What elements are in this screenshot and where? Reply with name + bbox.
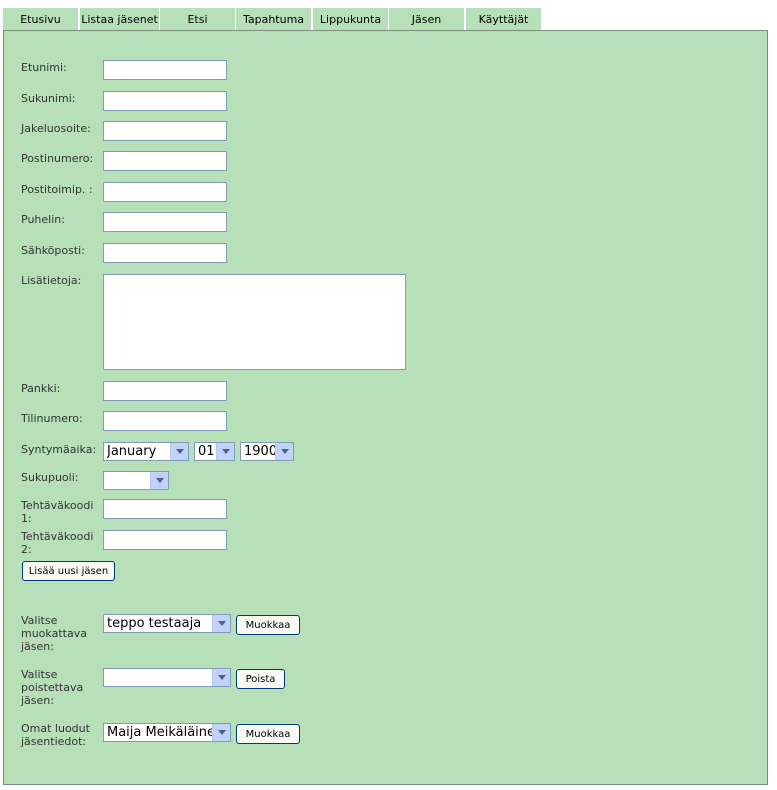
edit-member-select[interactable]: teppo testaaja xyxy=(103,614,231,633)
jakeluosoite-input[interactable] xyxy=(103,121,227,141)
chevron-down-icon xyxy=(170,443,188,460)
birth-month-select[interactable]: January xyxy=(103,442,189,461)
label-tehtavakoodi2: Tehtäväkoodi 2: xyxy=(21,530,94,556)
birth-year-value: 1900 xyxy=(244,444,275,459)
label-lisatietoja: Lisätietoja: xyxy=(21,274,82,287)
tab-listaa-jasenet[interactable]: Listaa jäsenet xyxy=(80,8,159,30)
label-delete-member: Valitse poistettava jäsen: xyxy=(21,668,84,707)
tab-etsi[interactable]: Etsi xyxy=(160,8,235,30)
tab-jasen[interactable]: Jäsen xyxy=(389,8,464,30)
sukupuoli-select[interactable] xyxy=(103,471,169,490)
etunimi-input[interactable] xyxy=(103,60,227,80)
tab-lippukunta[interactable]: Lippukunta xyxy=(313,8,388,30)
add-member-button[interactable]: Lisää uusi jäsen xyxy=(22,561,115,581)
tehtavakoodi2-input[interactable] xyxy=(103,530,227,550)
birth-day-value: 01 xyxy=(198,444,215,459)
sukunimi-input[interactable] xyxy=(103,91,227,111)
label-jakeluosoite: Jakeluosoite: xyxy=(21,122,91,135)
own-member-edit-button[interactable]: Muokkaa xyxy=(236,724,300,744)
postinumero-input[interactable] xyxy=(103,151,227,171)
label-sukunimi: Sukunimi: xyxy=(21,92,76,105)
tehtavakoodi1-input[interactable] xyxy=(103,499,227,519)
postitoimipaikka-input[interactable] xyxy=(103,182,227,202)
label-sahkoposti: Sähköposti: xyxy=(21,244,85,257)
tilinumero-input[interactable] xyxy=(103,411,227,431)
own-member-select[interactable]: Maija Meikäläinen xyxy=(103,723,231,742)
birth-day-select[interactable]: 01 xyxy=(194,442,235,461)
edit-member-button[interactable]: Muokkaa xyxy=(236,615,300,635)
delete-member-button[interactable]: Poista xyxy=(236,669,285,689)
birth-year-select[interactable]: 1900 xyxy=(240,442,294,461)
label-postinumero: Postinumero: xyxy=(21,152,94,165)
own-member-value: Maija Meikäläinen xyxy=(107,725,212,740)
lisatietoja-textarea[interactable] xyxy=(103,274,406,370)
label-etunimi: Etunimi: xyxy=(21,61,67,74)
tab-etusivu[interactable]: Etusivu xyxy=(3,8,78,30)
label-pankki: Pankki: xyxy=(21,382,61,395)
edit-member-value: teppo testaaja xyxy=(107,616,202,631)
chevron-down-icon xyxy=(275,443,293,460)
chevron-down-icon xyxy=(150,472,168,489)
chevron-down-icon xyxy=(212,615,230,632)
tab-tapahtuma[interactable]: Tapahtuma xyxy=(236,8,311,30)
puhelin-input[interactable] xyxy=(103,212,227,232)
label-tehtavakoodi1: Tehtäväkoodi 1: xyxy=(21,499,94,525)
chevron-down-icon xyxy=(212,669,230,686)
label-tilinumero: Tilinumero: xyxy=(21,412,83,425)
birth-month-value: January xyxy=(107,444,157,459)
chevron-down-icon xyxy=(212,724,230,741)
tab-kayttajat[interactable]: Käyttäjät xyxy=(466,8,541,30)
label-syntymaaika: Syntymäaika: xyxy=(21,443,97,456)
label-puhelin: Puhelin: xyxy=(21,213,65,226)
member-form-panel: Etunimi: Sukunimi: Jakeluosoite: Postinu… xyxy=(3,30,768,785)
label-edit-member: Valitse muokattava jäsen: xyxy=(21,614,87,653)
label-sukupuoli: Sukupuoli: xyxy=(21,471,79,484)
delete-member-select[interactable] xyxy=(103,668,231,687)
sahkoposti-input[interactable] xyxy=(103,243,227,263)
label-postitoimipaikka: Postitoimip. : xyxy=(21,183,93,196)
pankki-input[interactable] xyxy=(103,381,227,401)
chevron-down-icon xyxy=(216,443,234,460)
label-own-member: Omat luodut jäsentiedot: xyxy=(21,722,90,748)
